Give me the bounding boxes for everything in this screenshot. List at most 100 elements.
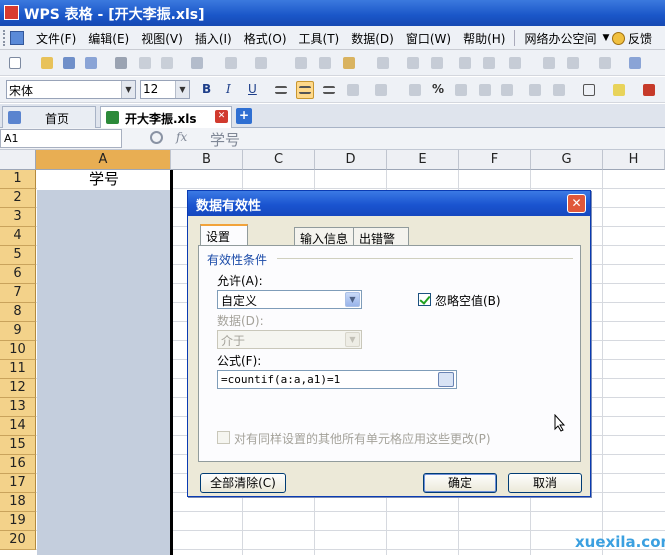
close-icon[interactable]: ✕ bbox=[567, 194, 586, 213]
row-header-12[interactable]: 12 bbox=[0, 379, 36, 398]
close-tab-icon[interactable]: ✕ bbox=[215, 110, 228, 123]
row-header-2[interactable]: 2 bbox=[0, 189, 36, 208]
row-header-15[interactable]: 15 bbox=[0, 436, 36, 455]
clear-all-button[interactable]: 全部清除(C) bbox=[200, 473, 286, 493]
menu-edit[interactable]: 编辑(E) bbox=[82, 30, 135, 47]
tab-document[interactable]: 开大李振.xls ✕ bbox=[100, 106, 232, 128]
hyperlink-icon[interactable] bbox=[480, 54, 498, 72]
menu-online-office[interactable]: 网络办公空间 bbox=[518, 30, 602, 47]
allow-select[interactable]: 自定义 ▼ bbox=[217, 290, 362, 309]
borders-icon[interactable] bbox=[580, 81, 598, 99]
chevron-down-icon[interactable]: ▼ bbox=[345, 332, 360, 347]
function-icon[interactable] bbox=[456, 54, 474, 72]
cut-icon[interactable] bbox=[292, 54, 310, 72]
menu-format[interactable]: 格式(O) bbox=[238, 30, 293, 47]
menu-file[interactable]: 文件(F) bbox=[30, 30, 82, 47]
row-header-8[interactable]: 8 bbox=[0, 303, 36, 322]
table-icon[interactable] bbox=[626, 54, 644, 72]
new-file-icon[interactable] bbox=[6, 54, 24, 72]
font-color-icon[interactable] bbox=[640, 81, 658, 99]
cancel-button[interactable]: 取消 bbox=[508, 473, 582, 493]
row-header-18[interactable]: 18 bbox=[0, 493, 36, 512]
formula-input[interactable]: =countif(a:a,a1)=1 bbox=[217, 370, 457, 389]
underline-button[interactable]: U bbox=[248, 82, 257, 96]
save-as-icon[interactable] bbox=[82, 54, 100, 72]
undo-icon[interactable] bbox=[404, 54, 422, 72]
open-icon[interactable] bbox=[38, 54, 56, 72]
print-preview-icon[interactable] bbox=[188, 54, 206, 72]
row-header-1[interactable]: 1 bbox=[0, 170, 36, 189]
comma-style-icon[interactable] bbox=[452, 81, 470, 99]
row-header-7[interactable]: 7 bbox=[0, 284, 36, 303]
column-header-f[interactable]: F bbox=[459, 150, 531, 170]
name-box[interactable]: A1 bbox=[0, 129, 122, 148]
feedback-icon[interactable] bbox=[612, 32, 625, 45]
format-painter-icon[interactable] bbox=[374, 54, 392, 72]
percent-button[interactable]: % bbox=[432, 82, 444, 96]
row-header-5[interactable]: 5 bbox=[0, 246, 36, 265]
select-all-corner[interactable] bbox=[0, 150, 36, 170]
search-icon[interactable] bbox=[150, 131, 163, 144]
align-center-icon[interactable] bbox=[296, 81, 314, 99]
menu-app-icon[interactable] bbox=[10, 31, 24, 45]
align-left-icon[interactable] bbox=[272, 81, 290, 99]
decrease-indent-icon[interactable] bbox=[526, 81, 544, 99]
menu-window[interactable]: 窗口(W) bbox=[400, 30, 457, 47]
cell-a1[interactable]: 学号 bbox=[37, 170, 171, 189]
formula-content[interactable]: 学号 bbox=[210, 129, 240, 150]
tab-home[interactable]: 首页 bbox=[2, 106, 96, 128]
print-icon[interactable] bbox=[112, 54, 130, 72]
row-header-19[interactable]: 19 bbox=[0, 512, 36, 531]
merge-center-icon[interactable] bbox=[344, 81, 362, 99]
save-icon[interactable] bbox=[60, 54, 78, 72]
row-header-3[interactable]: 3 bbox=[0, 208, 36, 227]
row-header-13[interactable]: 13 bbox=[0, 398, 36, 417]
new-tab-icon[interactable]: + bbox=[236, 108, 252, 124]
chevron-down-icon[interactable]: ▼ bbox=[345, 292, 360, 307]
copy-icon[interactable] bbox=[316, 54, 334, 72]
bold-button[interactable]: B bbox=[202, 82, 211, 96]
row-header-14[interactable]: 14 bbox=[0, 417, 36, 436]
row-header-16[interactable]: 16 bbox=[0, 455, 36, 474]
zoom-icon[interactable] bbox=[222, 54, 240, 72]
menu-help[interactable]: 帮助(H) bbox=[457, 30, 511, 47]
column-header-b[interactable]: B bbox=[171, 150, 243, 170]
fx-icon[interactable]: fx bbox=[176, 130, 187, 144]
column-header-g[interactable]: G bbox=[531, 150, 603, 170]
menu-tools[interactable]: 工具(T) bbox=[293, 30, 346, 47]
row-header-10[interactable]: 10 bbox=[0, 341, 36, 360]
menu-feedback[interactable]: 反馈 bbox=[628, 30, 652, 47]
redo-icon[interactable] bbox=[428, 54, 446, 72]
column-header-d[interactable]: D bbox=[315, 150, 387, 170]
row-header-9[interactable]: 9 bbox=[0, 322, 36, 341]
spell-check-icon[interactable] bbox=[252, 54, 270, 72]
row-header-6[interactable]: 6 bbox=[0, 265, 36, 284]
ok-button[interactable]: 确定 bbox=[423, 473, 497, 493]
paste-icon[interactable] bbox=[340, 54, 358, 72]
decrease-decimal-icon[interactable] bbox=[498, 81, 516, 99]
column-header-e[interactable]: E bbox=[387, 150, 459, 170]
chevron-down-icon[interactable]: ▼ bbox=[602, 30, 609, 47]
currency-icon[interactable] bbox=[406, 81, 424, 99]
data-select[interactable]: 介于 ▼ bbox=[217, 330, 362, 349]
apply-all-checkbox[interactable] bbox=[217, 431, 230, 444]
menu-data[interactable]: 数据(D) bbox=[345, 30, 400, 47]
increase-decimal-icon[interactable] bbox=[476, 81, 494, 99]
filter-icon[interactable] bbox=[564, 54, 582, 72]
tab-input-message[interactable]: 输入信息 bbox=[294, 227, 354, 246]
font-size-select[interactable]: 12 ▼ bbox=[140, 80, 190, 99]
menu-view[interactable]: 视图(V) bbox=[135, 30, 189, 47]
ignore-blank-label[interactable]: 忽略空值(B) bbox=[435, 292, 501, 309]
increase-indent-icon[interactable] bbox=[550, 81, 568, 99]
align-right-icon[interactable] bbox=[320, 81, 338, 99]
tab-error-alert[interactable]: 出错警告 bbox=[353, 227, 409, 263]
chart-icon[interactable] bbox=[596, 54, 614, 72]
italic-button[interactable]: I bbox=[226, 82, 231, 96]
merge-options-icon[interactable] bbox=[372, 81, 390, 99]
font-name-select[interactable]: 宋体 ▼ bbox=[6, 80, 136, 99]
sort-icon[interactable] bbox=[540, 54, 558, 72]
row-header-17[interactable]: 17 bbox=[0, 474, 36, 493]
toolbar-grip[interactable] bbox=[3, 30, 7, 46]
fill-color-icon[interactable] bbox=[610, 81, 628, 99]
export-pdf-icon[interactable] bbox=[136, 54, 154, 72]
